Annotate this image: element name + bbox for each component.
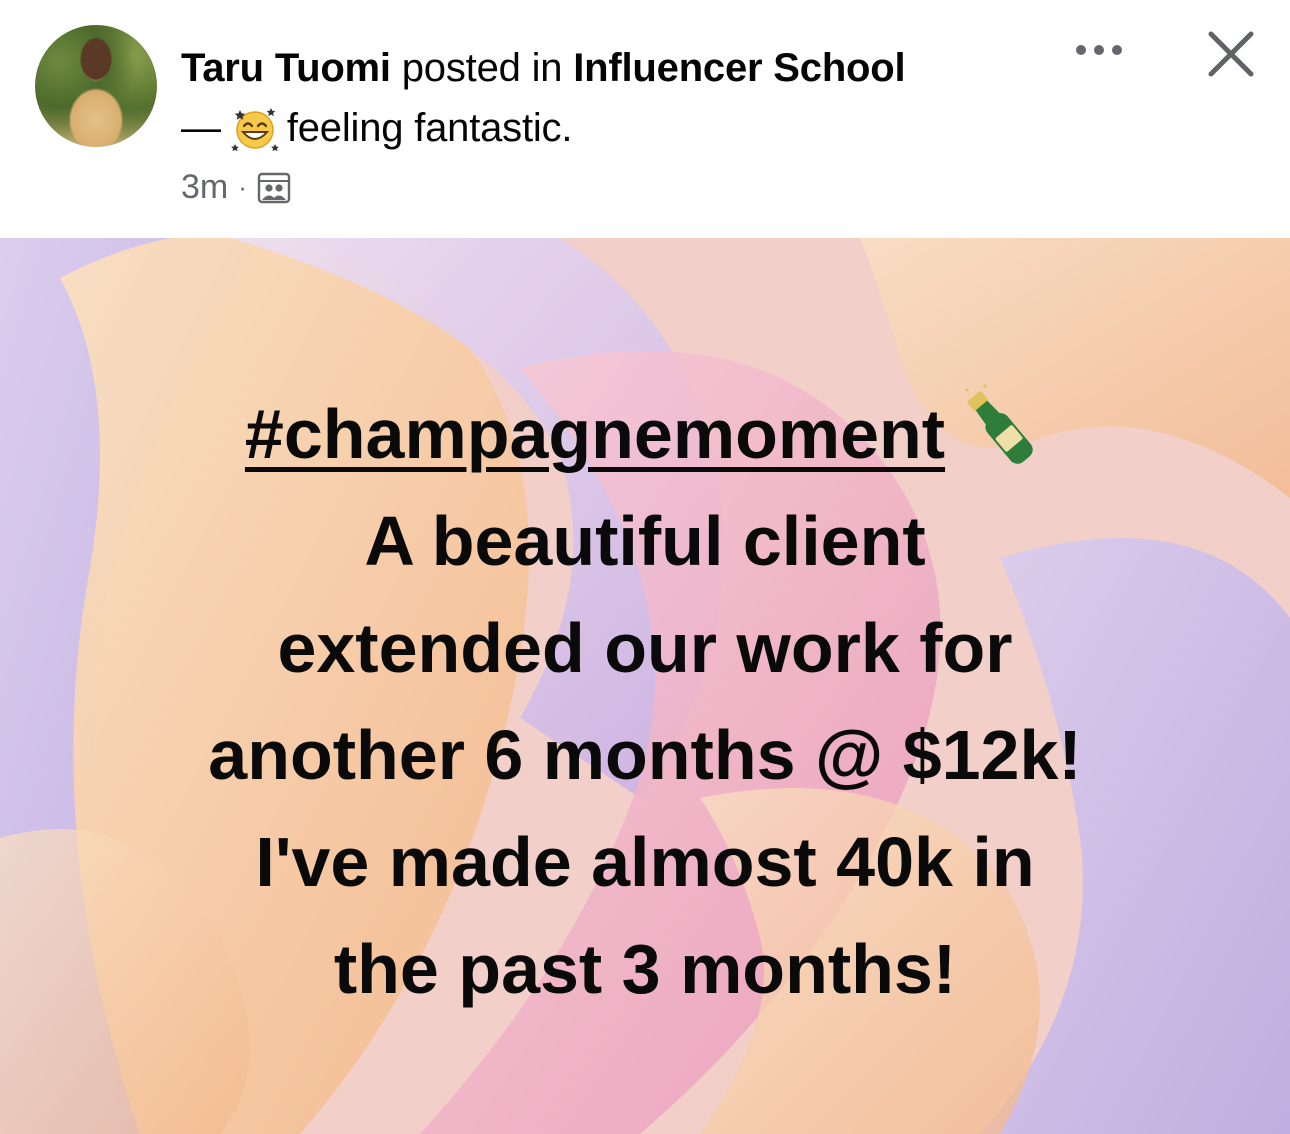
- post-meta: 3m ·: [181, 168, 1061, 207]
- hashtag-row: #champagnemoment: [0, 380, 1290, 488]
- close-icon: [1208, 31, 1254, 77]
- hashtag-link[interactable]: #champagnemoment: [245, 395, 945, 473]
- meta-separator: ·: [238, 172, 247, 202]
- group-name[interactable]: Influencer School: [573, 46, 905, 90]
- post-header: Taru Tuomi posted in Influencer School —…: [0, 0, 1290, 238]
- feeling-text: feeling fantastic.: [286, 106, 573, 150]
- message-line-2: extended our work for: [277, 609, 1013, 687]
- champagne-bottle-emoji-icon: [965, 384, 1033, 464]
- feeling-line: — feeling fantastic.: [181, 98, 1061, 158]
- posted-in-text: posted in: [401, 46, 563, 90]
- message-line-5: the past 3 months!: [333, 930, 957, 1008]
- post-header-text: Taru Tuomi posted in Influencer School —…: [181, 38, 1061, 207]
- more-options-icon: [1076, 45, 1122, 55]
- text-post-banner: #champagnemoment A beautiful client exte…: [0, 238, 1290, 1134]
- more-options-button[interactable]: [1066, 28, 1132, 72]
- author-name[interactable]: Taru Tuomi: [181, 46, 391, 90]
- close-button[interactable]: [1197, 20, 1265, 88]
- grinning-star-eyes-emoji-icon: [230, 108, 279, 152]
- group-audience-icon: [257, 172, 291, 203]
- dash: —: [181, 106, 221, 150]
- banner-message: #champagnemoment A beautiful client exte…: [0, 380, 1290, 1023]
- post-time[interactable]: 3m: [181, 168, 228, 207]
- post-title-line: Taru Tuomi posted in Influencer School: [181, 38, 1061, 98]
- message-line-4: I've made almost 40k in: [255, 823, 1035, 901]
- author-avatar[interactable]: [35, 25, 157, 147]
- message-line-1: A beautiful client: [364, 502, 926, 580]
- message-line-3: another 6 months @ $12k!: [208, 716, 1082, 794]
